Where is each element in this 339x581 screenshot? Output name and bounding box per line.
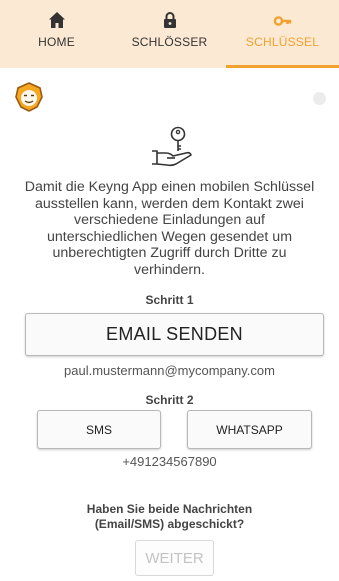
hand-key-icon: [152, 126, 192, 167]
lion-logo-icon: [15, 82, 43, 112]
home-icon: [48, 12, 65, 28]
status-dot-icon: [313, 92, 326, 105]
tab-locks[interactable]: SCHLÖSSER: [113, 0, 226, 68]
step2-title: Schritt 2: [145, 393, 194, 407]
lock-icon: [163, 12, 176, 28]
email-address: paul.mustermann@mycompany.com: [64, 363, 275, 378]
tab-home-label: HOME: [38, 35, 75, 49]
continue-button[interactable]: WEITER: [135, 540, 214, 576]
phone-number: +491234567890: [122, 454, 217, 469]
tab-keys-label: SCHLÜSSEL: [245, 35, 320, 49]
step1-title: Schritt 1: [145, 293, 194, 307]
confirmation-question: Haben Sie beide Nachrichten (Email/SMS) …: [86, 502, 253, 531]
send-sms-button[interactable]: SMS: [37, 410, 161, 449]
key-icon: [273, 16, 291, 26]
tab-home[interactable]: HOME: [0, 0, 113, 68]
description-text: Damit die Keyng App einen mobilen Schlüs…: [24, 179, 315, 278]
tab-locks-label: SCHLÖSSER: [131, 35, 208, 49]
top-navigation: HOME SCHLÖSSER SCHLÜSSEL: [0, 0, 339, 68]
send-email-button[interactable]: EMAIL SENDEN: [25, 313, 324, 356]
tab-keys[interactable]: SCHLÜSSEL: [226, 0, 339, 68]
send-whatsapp-button[interactable]: WHATSAPP: [187, 410, 312, 449]
